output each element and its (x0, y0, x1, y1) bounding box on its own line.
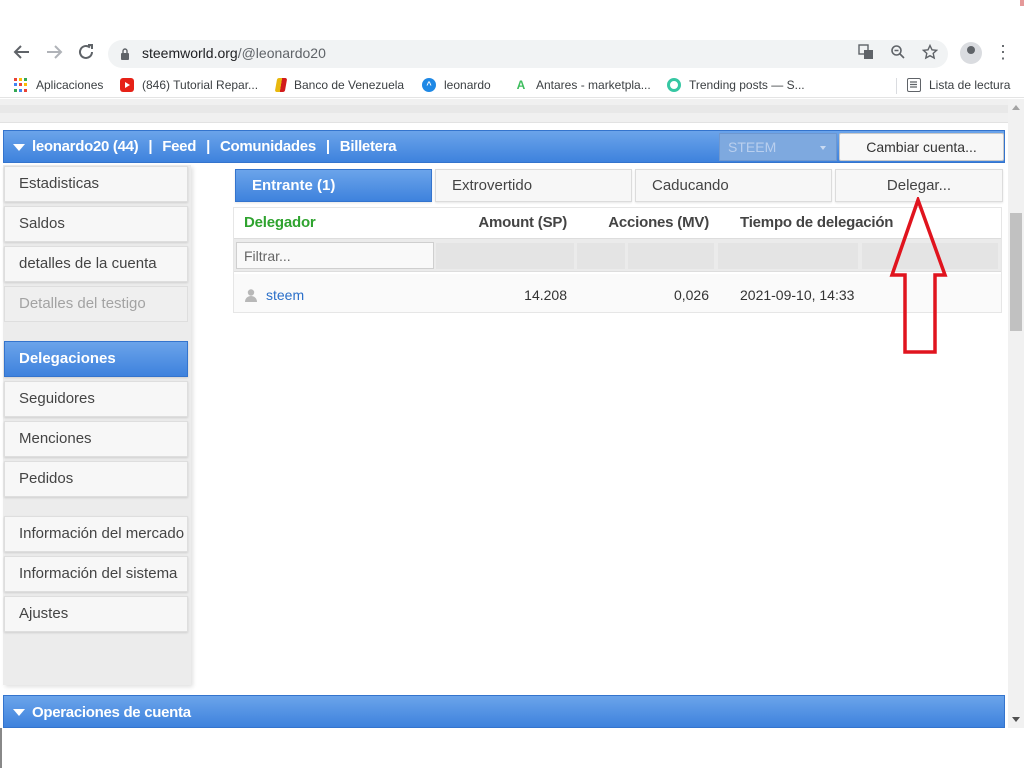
filter-cell (577, 243, 625, 269)
banco-venezuela-icon (274, 78, 288, 92)
url-text: steemworld.org/@leonardo20 (142, 45, 326, 61)
tabstrip-edge (1020, 0, 1024, 6)
bookmark-star-icon[interactable] (920, 43, 940, 64)
filter-cell (628, 243, 714, 269)
delegations-table: Delegador Amount (SP) Acciones (MV) Tiem… (233, 207, 1002, 313)
apps-grid-icon (14, 78, 28, 92)
leonardo-icon: ^ (422, 78, 436, 92)
zoom-icon[interactable] (888, 44, 908, 64)
bookmarks-separator (896, 78, 897, 94)
filter-cell (436, 243, 574, 269)
youtube-icon (120, 78, 134, 92)
comunidades-link[interactable]: Comunidades (220, 138, 316, 155)
browser-menu-icon[interactable]: ⋮ (994, 42, 1012, 64)
filter-input[interactable] (236, 242, 434, 269)
bookmarks-bar: Aplicaciones (846) Tutorial Repar... Ban… (0, 72, 1024, 98)
scroll-up-icon[interactable] (1012, 105, 1020, 110)
tab-extrovertido[interactable]: Extrovertido (435, 169, 632, 202)
below-page-area (0, 728, 1024, 768)
collapse-triangle-icon (13, 709, 25, 716)
bookmark-leonardo[interactable]: ^ leonardo (422, 76, 491, 94)
trending-icon (667, 78, 681, 92)
delegator-link[interactable]: steem (266, 287, 304, 303)
nav-separator: | (148, 138, 153, 155)
sidebar-item-detalles-cuenta[interactable]: detalles de la cuenta (4, 246, 188, 282)
address-bar[interactable]: steemworld.org/@leonardo20 (108, 40, 948, 68)
bookmark-label: Aplicaciones (36, 78, 104, 92)
url-host: steemworld.org (142, 45, 238, 61)
sidebar-item-menciones[interactable]: Menciones (4, 421, 188, 457)
operaciones-title: Operaciones de cuenta (32, 704, 191, 721)
sidebar-item-ajustes[interactable]: Ajustes (4, 596, 188, 632)
page-scrollbar[interactable] (1008, 99, 1024, 728)
bookmark-antares[interactable]: A Antares - marketpla... (514, 76, 651, 94)
column-header-amount[interactable]: Amount (SP) (478, 214, 567, 231)
sidebar-item-estadisticas[interactable]: Estadisticas (4, 166, 188, 202)
sidebar-item-saldos[interactable]: Saldos (4, 206, 188, 242)
account-name-link[interactable]: leonardo20 (44) (32, 138, 139, 155)
bookmark-label: (846) Tutorial Repar... (142, 78, 259, 92)
filter-row (234, 238, 1001, 272)
annotation-up-arrow-icon (889, 197, 948, 354)
table-row: steem 14.208 0,026 2021-09-10, 14:33 (234, 274, 1001, 312)
bookmark-reading-list[interactable]: Lista de lectura (907, 76, 1010, 94)
profile-avatar-icon[interactable] (960, 42, 982, 64)
user-icon (245, 289, 257, 302)
scrollbar-thumb[interactable] (1010, 213, 1022, 331)
currency-value: STEEM (728, 139, 777, 155)
sidebar-item-info-sistema[interactable]: Información del sistema (4, 556, 188, 592)
currency-select[interactable]: STEEM (719, 133, 837, 161)
lock-icon (121, 48, 129, 60)
switch-account-button[interactable]: Cambiar cuenta... (839, 133, 1004, 161)
bookmark-label: Lista de lectura (929, 78, 1011, 92)
reading-list-icon (907, 78, 921, 92)
back-arrow-icon[interactable] (11, 41, 33, 63)
amount-cell: 14.208 (524, 287, 567, 303)
column-header-delegador[interactable]: Delegador (244, 214, 316, 231)
sidebar-item-detalles-testigo: Detalles del testigo (4, 286, 188, 322)
sidebar: Estadisticas Saldos detalles de la cuent… (3, 165, 191, 685)
tab-caducando[interactable]: Caducando (635, 169, 832, 202)
bookmark-banco-venezuela[interactable]: Banco de Venezuela (274, 76, 405, 94)
nav-separator: | (325, 138, 330, 155)
bookmark-aplicaciones[interactable]: Aplicaciones (14, 76, 103, 94)
operaciones-bar[interactable]: Operaciones de cuenta (3, 695, 1005, 728)
collapse-triangle-icon[interactable] (13, 144, 25, 151)
page-viewport: leonardo20 (44) | Feed | Comunidades | B… (0, 99, 1008, 728)
forward-arrow-icon[interactable] (43, 41, 65, 63)
shares-cell: 0,026 (673, 287, 709, 303)
column-header-tiempo[interactable]: Tiempo de delegación (740, 214, 893, 231)
bookmark-label: Banco de Venezuela (294, 78, 405, 92)
url-path: /@leonardo20 (237, 45, 326, 61)
nav-separator: | (206, 138, 210, 155)
bookmark-trending[interactable]: Trending posts — S... (667, 76, 805, 94)
antares-icon: A (516, 78, 526, 92)
account-nav: leonardo20 (44) | Feed | Comunidades | B… (32, 138, 397, 155)
account-header-bar: leonardo20 (44) | Feed | Comunidades | B… (3, 130, 1005, 163)
bookmark-label: leonardo (444, 78, 491, 92)
page-top-strip (0, 99, 1008, 123)
sidebar-item-delegaciones[interactable]: Delegaciones (4, 341, 188, 377)
feed-link[interactable]: Feed (162, 138, 196, 155)
billetera-link[interactable]: Billetera (340, 138, 397, 155)
scroll-down-icon[interactable] (1012, 717, 1020, 722)
chevron-down-icon (820, 146, 826, 150)
reload-icon[interactable] (75, 41, 97, 63)
bookmark-label: Trending posts — S... (689, 78, 805, 92)
browser-tabstrip (0, 0, 1024, 36)
filter-cell (718, 243, 858, 269)
bookmark-label: Antares - marketpla... (536, 78, 651, 92)
column-header-acciones[interactable]: Acciones (MV) (608, 214, 709, 231)
bookmark-tutorial[interactable]: (846) Tutorial Repar... (120, 76, 258, 94)
translate-icon[interactable] (856, 44, 876, 64)
sidebar-item-pedidos[interactable]: Pedidos (4, 461, 188, 497)
tab-entrante[interactable]: Entrante (1) (235, 169, 432, 202)
sidebar-item-seguidores[interactable]: Seguidores (4, 381, 188, 417)
sidebar-item-info-mercado[interactable]: Información del mercado (4, 516, 188, 552)
time-cell: 2021-09-10, 14:33 (740, 287, 855, 303)
